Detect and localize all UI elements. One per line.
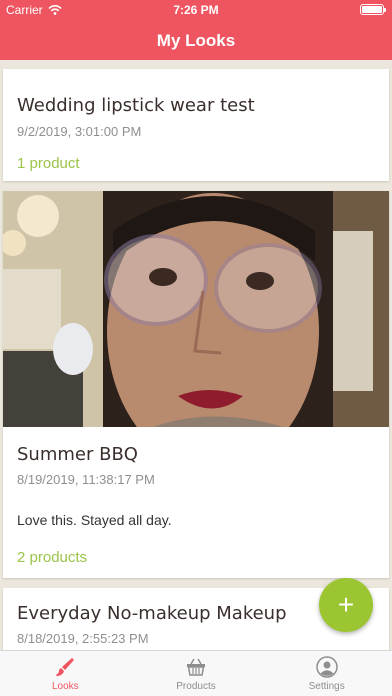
tab-products-label: Products bbox=[176, 681, 216, 692]
look-photo[interactable] bbox=[3, 191, 389, 427]
look-note: Love this. Stayed all day. bbox=[17, 512, 172, 528]
person-icon bbox=[315, 656, 338, 678]
look-product-count[interactable]: 1 product bbox=[17, 155, 80, 172]
tab-settings[interactable]: Settings bbox=[261, 651, 392, 696]
look-date: 8/19/2019, 11:38:17 PM bbox=[17, 472, 155, 487]
tab-products[interactable]: Products bbox=[131, 651, 262, 696]
add-look-button[interactable]: + bbox=[319, 578, 373, 632]
look-photo-image bbox=[3, 191, 389, 427]
look-card[interactable]: Summer BBQ 8/19/2019, 11:38:17 PM Love t… bbox=[3, 191, 389, 578]
basket-icon bbox=[187, 658, 205, 676]
look-card[interactable]: Wedding lipstick wear test 9/2/2019, 3:0… bbox=[3, 69, 389, 181]
look-date: 9/2/2019, 3:01:00 PM bbox=[17, 124, 142, 139]
status-time: 7:26 PM bbox=[173, 3, 219, 17]
look-title: Everyday No-makeup Makeup bbox=[17, 603, 287, 624]
tab-settings-label: Settings bbox=[308, 681, 345, 692]
battery-icon bbox=[360, 4, 386, 15]
status-bar: Carrier 7:26 PM bbox=[0, 0, 392, 20]
look-product-count[interactable]: 2 products bbox=[17, 549, 87, 566]
look-date: 8/18/2019, 2:55:23 PM bbox=[17, 631, 149, 646]
page-title: My Looks bbox=[156, 31, 236, 50]
brush-icon bbox=[56, 658, 75, 676]
looks-feed[interactable]: Wedding lipstick wear test 9/2/2019, 3:0… bbox=[0, 60, 392, 650]
tab-bar: Looks Products Settings bbox=[0, 650, 392, 696]
look-title: Summer BBQ bbox=[17, 444, 138, 465]
look-title: Wedding lipstick wear test bbox=[17, 95, 255, 116]
header: Carrier 7:26 PM My Looks bbox=[0, 0, 392, 60]
tab-looks-label: Looks bbox=[51, 681, 79, 692]
tab-looks[interactable]: Looks bbox=[0, 651, 131, 696]
